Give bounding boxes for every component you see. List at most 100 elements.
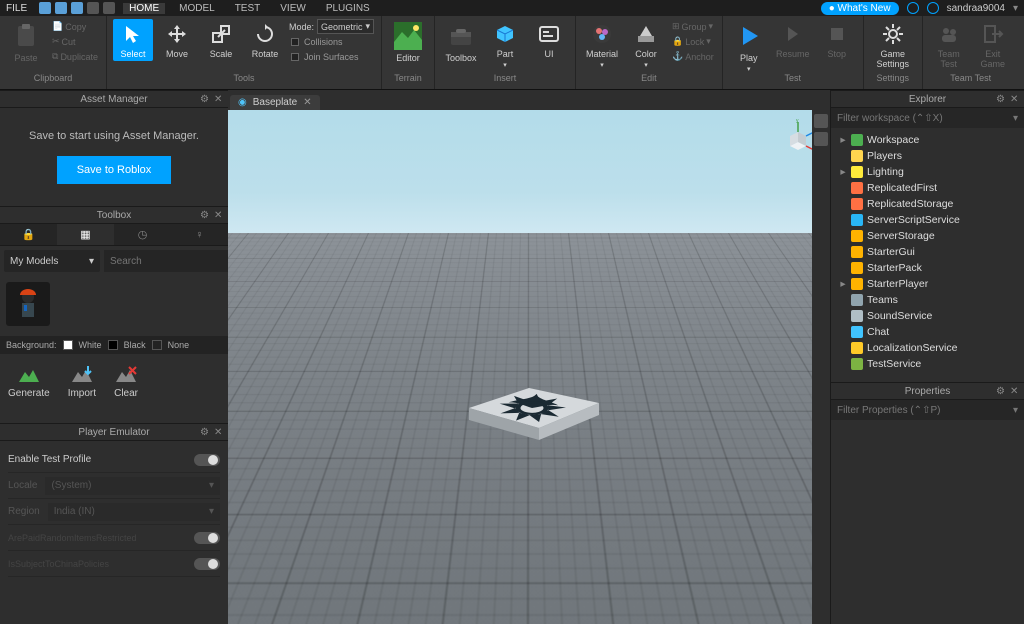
tree-node[interactable]: ServerStorage [833,228,1022,244]
group-button[interactable]: ⊞Group▾ [670,19,716,34]
qat-redo-icon[interactable] [103,2,115,14]
color-button[interactable]: Color▾ [626,19,666,71]
tree-node[interactable]: ▸Workspace [833,132,1022,148]
toolbox-tab-store[interactable]: 🔒 [0,224,57,245]
tab-plugins[interactable]: PLUGINS [320,3,376,14]
mode-dropdown[interactable]: Geometric▾ [317,19,374,34]
resume-button[interactable]: Resume [773,19,813,61]
qat-undo-icon[interactable] [87,2,99,14]
move-tool-button[interactable]: Move [157,19,197,61]
lock-button[interactable]: 🔒Lock▾ [670,34,716,49]
scale-tool-button[interactable]: Scale [201,19,241,61]
import-button[interactable]: Import [68,364,96,399]
tree-node[interactable]: StarterGui [833,244,1022,260]
close-icon[interactable]: ✕ [214,94,224,104]
vp-tool-2[interactable] [814,132,828,146]
ui-button[interactable]: UI [529,19,569,61]
terrain-editor-button[interactable]: Editor [388,19,428,65]
toolbox-tab-inventory[interactable]: ▦ [57,224,114,245]
qat-open-icon[interactable] [55,2,67,14]
close-icon[interactable]: ✕ [214,427,224,437]
bg-none-swatch[interactable] [152,340,162,350]
toolbox-tab-marketplace[interactable]: ♀ [171,224,228,245]
gear-icon[interactable]: ⚙ [200,94,210,104]
explorer-filter[interactable]: Filter workspace (⌃⇧X)▾ [831,108,1024,128]
rotate-tool-button[interactable]: Rotate [245,19,285,61]
viewport-3d[interactable]: x y z [228,110,830,624]
gear-icon[interactable]: ⚙ [200,427,210,437]
tree-node[interactable]: ReplicatedFirst [833,180,1022,196]
team-test-button[interactable]: Team Test [929,19,969,71]
material-button[interactable]: Material▾ [582,19,622,71]
region-dropdown[interactable]: India (IN)▾ [48,503,220,521]
locale-dropdown[interactable]: (System)▾ [45,477,220,495]
stop-button[interactable]: Stop [817,19,857,61]
select-tool-button[interactable]: Select [113,19,153,61]
toolbox-button[interactable]: Toolbox [441,19,481,65]
tree-node[interactable]: ▸Lighting [833,164,1022,180]
china-policies-toggle[interactable] [194,558,220,570]
copy-button[interactable]: 📄Copy [50,19,100,34]
tab-home[interactable]: HOME [123,3,165,14]
tree-node[interactable]: ReplicatedStorage [833,196,1022,212]
join-surfaces-toggle[interactable]: Join Surfaces [289,49,375,64]
explorer-header[interactable]: Explorer ⚙✕ [831,90,1024,108]
clear-button[interactable]: Clear [114,364,138,399]
vp-tool-1[interactable] [814,114,828,128]
whats-new-button[interactable]: ● What's New [821,2,899,15]
tab-view[interactable]: VIEW [274,3,312,14]
enable-test-profile-toggle[interactable] [194,454,220,466]
properties-header[interactable]: Properties ⚙✕ [831,382,1024,400]
globe-icon[interactable] [907,2,919,14]
close-icon[interactable]: ✕ [303,97,311,108]
properties-filter[interactable]: Filter Properties (⌃⇧P)▾ [831,400,1024,420]
bg-black-swatch[interactable] [108,340,118,350]
exit-game-button[interactable]: Exit Game [973,19,1013,71]
tree-node[interactable]: Chat [833,324,1022,340]
tree-node[interactable]: LocalizationService [833,340,1022,356]
game-settings-button[interactable]: Game Settings [870,19,916,71]
toolbox-category-dropdown[interactable]: My Models▾ [4,250,100,272]
tree-node[interactable]: Teams [833,292,1022,308]
gear-icon[interactable]: ⚙ [996,386,1006,396]
close-icon[interactable]: ✕ [1010,94,1020,104]
tab-test[interactable]: TEST [229,3,267,14]
part-button[interactable]: Part▾ [485,19,525,71]
tab-model[interactable]: MODEL [173,3,221,14]
bg-white-swatch[interactable] [63,340,73,350]
spawn-location[interactable] [439,348,619,458]
collisions-toggle[interactable]: Collisions [289,34,375,49]
save-to-roblox-button[interactable]: Save to Roblox [57,156,172,184]
player-emulator-header[interactable]: Player Emulator ⚙✕ [0,423,228,441]
tree-node[interactable]: ServerScriptService [833,212,1022,228]
share-icon[interactable] [927,2,939,14]
asset-manager-header[interactable]: Asset Manager ⚙✕ [0,90,228,108]
toolbox-header[interactable]: Toolbox ⚙✕ [0,206,228,224]
tree-node[interactable]: TestService [833,356,1022,372]
gear-icon[interactable]: ⚙ [200,210,210,220]
duplicate-button[interactable]: ⧉Duplicate [50,49,100,64]
username-label[interactable]: sandraa9004 [947,3,1005,14]
toolbox-tab-recent[interactable]: ◷ [114,224,171,245]
document-tab-baseplate[interactable]: ◉ Baseplate ✕ [230,95,320,110]
toolbox-asset-thumb[interactable] [6,282,50,326]
gear-icon[interactable]: ⚙ [996,94,1006,104]
close-icon[interactable]: ✕ [214,210,224,220]
play-button[interactable]: Play▾ [729,19,769,75]
qat-new-icon[interactable] [39,2,51,14]
toolbox-search-input[interactable] [104,250,248,272]
paste-button[interactable]: Paste [6,19,46,65]
generate-button[interactable]: Generate [8,364,50,399]
anchor-button[interactable]: ⚓Anchor [670,49,716,64]
qat-save-icon[interactable] [71,2,83,14]
tree-node[interactable]: StarterPack [833,260,1022,276]
tree-node[interactable]: ▸StarterPlayer [833,276,1022,292]
close-icon[interactable]: ✕ [1010,386,1020,396]
user-menu-caret-icon[interactable]: ▾ [1013,3,1018,14]
file-menu[interactable]: FILE [6,3,27,14]
paid-random-toggle[interactable] [194,532,220,544]
explorer-tree[interactable]: ▸WorkspacePlayers▸LightingReplicatedFirs… [831,128,1024,376]
cut-button[interactable]: ✂Cut [50,34,100,49]
tree-node[interactable]: Players [833,148,1022,164]
tree-node[interactable]: SoundService [833,308,1022,324]
